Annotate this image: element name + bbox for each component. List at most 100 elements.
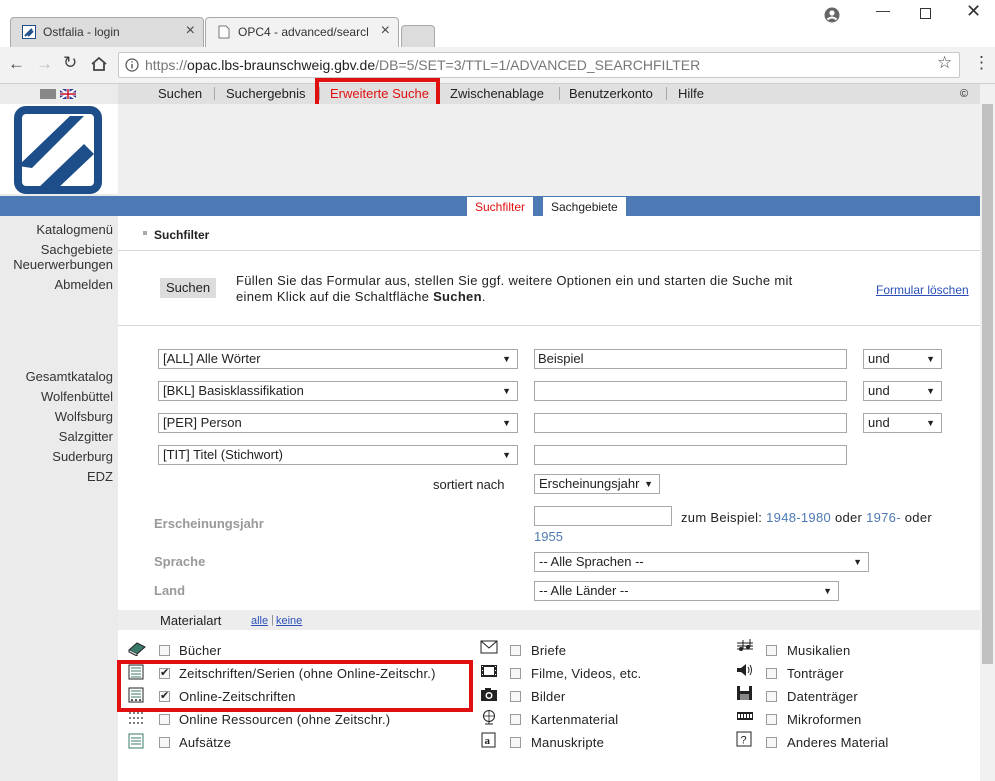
checkbox-bilder[interactable] <box>510 691 521 702</box>
search-field-select-1[interactable]: [ALL] Alle Wörter ▼ <box>158 349 518 369</box>
material-label-tontraeger: Tonträger <box>787 666 844 681</box>
browser-tab-ostfalia[interactable]: Ostfalia - login × <box>10 17 204 47</box>
chevron-down-icon: ▼ <box>926 418 935 428</box>
sidebar-catalog-gesamtkatalog[interactable]: Gesamtkatalog <box>26 369 113 384</box>
back-icon[interactable]: ← <box>8 54 25 74</box>
profile-icon[interactable] <box>824 7 840 23</box>
svg-text:a: a <box>485 735 491 747</box>
chevron-down-icon: ▼ <box>502 450 511 460</box>
german-flag-icon[interactable] <box>40 89 56 99</box>
subtab-suchfilter[interactable]: Suchfilter <box>466 196 535 216</box>
checkbox-kartenmaterial[interactable] <box>510 714 521 725</box>
bullet-icon <box>143 231 147 235</box>
forward-icon[interactable]: → <box>36 54 53 74</box>
nav-suchergebnis[interactable]: Suchergebnis <box>226 86 306 101</box>
operator-select-1[interactable]: und ▼ <box>863 349 942 369</box>
scrollbar-thumb[interactable] <box>982 104 993 664</box>
info-icon[interactable] <box>125 58 139 72</box>
year-input[interactable] <box>534 506 672 526</box>
operator-select-2[interactable]: und ▼ <box>863 381 942 401</box>
material-label-online-ressourcen: Online Ressourcen (ohne Zeitschr.) <box>179 712 391 727</box>
material-header-bar <box>118 610 980 630</box>
article-icon <box>128 733 144 749</box>
material-label-briefe: Briefe <box>531 643 567 658</box>
country-select[interactable]: -- Alle Länder -- ▼ <box>534 581 839 601</box>
material-label-musikalien: Musikalien <box>787 643 851 658</box>
checkbox-filme[interactable] <box>510 668 521 679</box>
left-sidebar: Katalogmenü Sachgebiete Neuerwerbungen A… <box>0 84 118 781</box>
checkbox-mikroformen[interactable] <box>766 714 777 725</box>
subtab-bar: Suchfilter Sachgebiete <box>0 196 980 216</box>
search-field-select-2[interactable]: [BKL] Basisklassifikation ▼ <box>158 381 518 401</box>
sidebar-catalog-edz[interactable]: EDZ <box>87 469 113 484</box>
bookmark-star-icon[interactable]: ☆ <box>937 53 952 73</box>
search-term-input-4[interactable] <box>534 445 847 465</box>
sort-select[interactable]: Erscheinungsjahr ▼ <box>534 474 660 494</box>
sidebar-link-katalogmenue[interactable]: Katalogmenü <box>36 222 113 237</box>
window-close-icon[interactable]: ✕ <box>966 1 981 22</box>
sidebar-catalog-salzgitter[interactable]: Salzgitter <box>59 429 113 444</box>
nav-benutzerkonto[interactable]: Benutzerkonto <box>569 86 653 101</box>
film-icon <box>481 665 497 677</box>
checkbox-aufsaetze[interactable] <box>159 737 170 748</box>
tab-close-icon[interactable]: × <box>381 22 390 40</box>
search-term-input-3[interactable] <box>534 413 847 433</box>
material-label-kartenmaterial: Kartenmaterial <box>531 712 619 727</box>
subtab-sachgebiete[interactable]: Sachgebiete <box>542 196 627 216</box>
nav-zwischenablage[interactable]: Zwischenablage <box>450 86 544 101</box>
year-examples: zum Beispiel: 1948-1980 oder 1976- oder <box>681 510 932 525</box>
checkbox-online-ressourcen[interactable] <box>159 714 170 725</box>
tab-title: OPC4 - advanced/search <box>238 25 368 39</box>
checkbox-briefe[interactable] <box>510 645 521 656</box>
sidebar-catalog-wolfsburg[interactable]: Wolfsburg <box>55 409 113 424</box>
sidebar-catalog-suderburg[interactable]: Suderburg <box>52 449 113 464</box>
sidebar-link-abmelden[interactable]: Abmelden <box>54 277 113 292</box>
browser-tab-opc4[interactable]: OPC4 - advanced/search × <box>205 17 399 47</box>
checkbox-datentraeger[interactable] <box>766 691 777 702</box>
year-example-3: 1955 <box>534 529 563 544</box>
search-field-select-4[interactable]: [TIT] Titel (Stichwort) ▼ <box>158 445 518 465</box>
nav-hilfe[interactable]: Hilfe <box>678 86 704 101</box>
material-label-buecher: Bücher <box>179 643 222 658</box>
sidebar-catalog-wolfenbuettel[interactable]: Wolfenbüttel <box>41 389 113 404</box>
speaker-icon <box>737 664 752 676</box>
maximize-icon[interactable] <box>920 8 931 19</box>
material-select-all[interactable]: alle <box>251 615 268 627</box>
minimize-icon[interactable]: — <box>876 2 890 18</box>
tab-close-icon[interactable]: × <box>186 22 195 40</box>
checkbox-manuskripte[interactable] <box>510 737 521 748</box>
reload-icon[interactable]: ↻ <box>63 53 77 73</box>
uk-flag-icon[interactable] <box>60 89 76 99</box>
browser-toolbar: ← → ↻ https://opac.lbs-braunschweig.gbv.… <box>0 47 995 84</box>
book-icon <box>128 642 146 656</box>
search-field-select-3[interactable]: [PER] Person ▼ <box>158 413 518 433</box>
clear-form-link[interactable]: Formular löschen <box>876 283 969 297</box>
copyright-icon[interactable]: © <box>960 88 968 100</box>
checkbox-anderes-material[interactable] <box>766 737 777 748</box>
sheet-music-icon <box>737 639 753 651</box>
menu-dots-icon[interactable]: ⋮ <box>973 53 990 73</box>
ostfalia-logo-icon[interactable] <box>14 106 102 194</box>
chevron-down-icon: ▼ <box>926 386 935 396</box>
new-tab-button[interactable] <box>401 25 435 47</box>
operator-select-3[interactable]: und ▼ <box>863 413 942 433</box>
search-term-input-1[interactable]: Beispiel <box>534 349 847 369</box>
address-bar[interactable]: https://opac.lbs-braunschweig.gbv.de/DB=… <box>118 52 960 78</box>
intro-text: Füllen Sie das Formular aus, stellen Sie… <box>236 273 793 304</box>
question-icon: ? <box>736 731 752 747</box>
sidebar-link-sachgebiete[interactable]: Sachgebiete <box>41 242 113 257</box>
language-select[interactable]: -- Alle Sprachen -- ▼ <box>534 552 869 572</box>
sidebar-link-neuerwerbungen[interactable]: Neuerwerbungen <box>13 257 113 272</box>
sort-label: sortiert nach <box>433 477 505 492</box>
search-button-top[interactable]: Suchen <box>160 278 216 298</box>
highlight-zeitschriften <box>117 660 473 712</box>
home-icon[interactable] <box>90 56 108 72</box>
checkbox-musikalien[interactable] <box>766 645 777 656</box>
search-term-input-2[interactable] <box>534 381 847 401</box>
material-label-datentraeger: Datenträger <box>787 689 858 704</box>
material-select-none[interactable]: keine <box>276 615 302 627</box>
browser-tabstrip: Ostfalia - login × OPC4 - advanced/searc… <box>0 0 995 47</box>
nav-suchen[interactable]: Suchen <box>158 86 202 101</box>
checkbox-buecher[interactable] <box>159 645 170 656</box>
checkbox-tontraeger[interactable] <box>766 668 777 679</box>
